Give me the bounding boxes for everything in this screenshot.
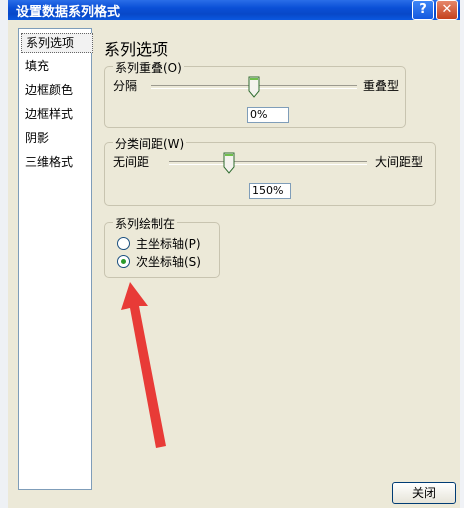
annotation-arrow <box>121 282 166 448</box>
